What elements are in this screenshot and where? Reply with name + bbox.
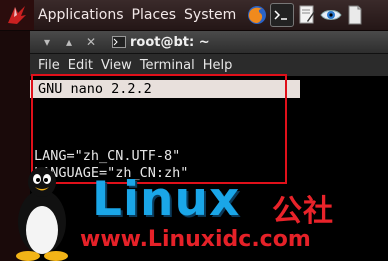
top-panel: Applications Places System: [0, 0, 388, 31]
panel-menu-system[interactable]: System: [184, 7, 236, 23]
window-menubar: File Edit View Terminal Help: [30, 54, 388, 77]
nano-header: GNU nano 2.2.2: [30, 80, 300, 98]
window-titlebar[interactable]: ▾ ▴ ✕ root@bt: ~: [30, 31, 388, 54]
maximize-button[interactable]: ▴: [58, 35, 80, 49]
menu-terminal[interactable]: Terminal: [140, 58, 195, 73]
menu-edit[interactable]: Edit: [68, 58, 93, 73]
close-button[interactable]: ✕: [80, 35, 102, 49]
menu-view[interactable]: View: [101, 58, 132, 73]
terminal-icon[interactable]: [270, 3, 295, 27]
terminal-small-icon: [112, 36, 126, 48]
watermark-url: www.Linuxidc.com: [80, 227, 311, 252]
menu-help[interactable]: Help: [203, 58, 233, 73]
watermark-brand: Linux: [92, 172, 241, 227]
window-title-text: root@bt: ~: [130, 34, 210, 50]
firefox-icon[interactable]: [246, 4, 268, 26]
panel-menu-places[interactable]: Places: [132, 7, 177, 23]
panel-menu-applications[interactable]: Applications: [38, 7, 124, 23]
terminal-line: LANG="zh_CN.UTF-8": [34, 148, 181, 164]
window-title: root@bt: ~: [112, 35, 210, 50]
menu-file[interactable]: File: [38, 58, 60, 73]
window-menu-button[interactable]: ▾: [36, 35, 58, 49]
document-icon[interactable]: [344, 4, 366, 26]
eye-icon[interactable]: [320, 4, 342, 26]
text-editor-icon[interactable]: [296, 4, 318, 26]
dragon-logo-icon[interactable]: [0, 0, 34, 30]
watermark-brand-cn: 公社: [272, 194, 334, 229]
